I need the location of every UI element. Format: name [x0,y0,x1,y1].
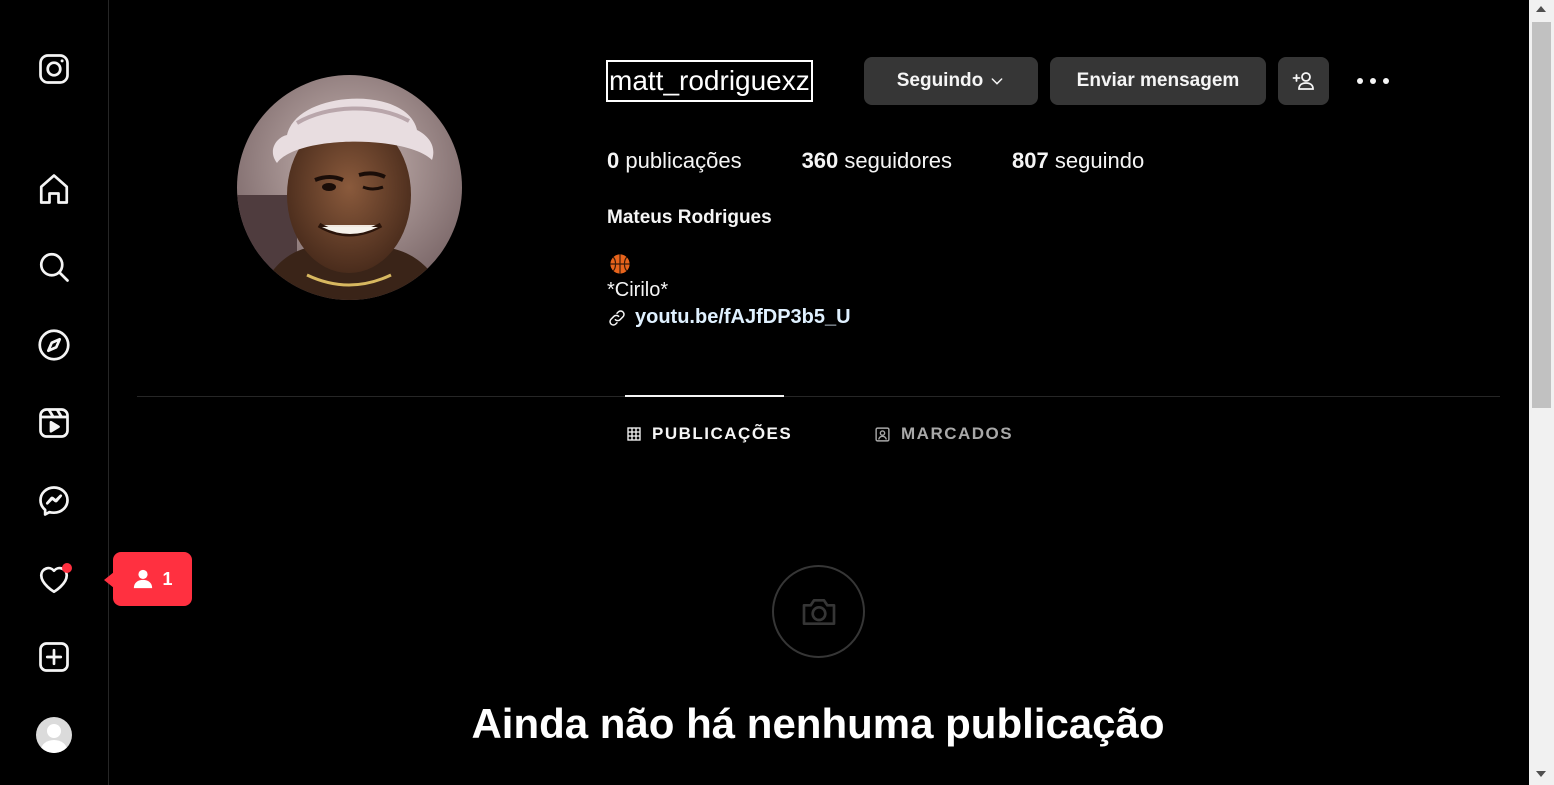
home-icon[interactable] [34,169,74,209]
sidebar [0,0,109,785]
tab-posts[interactable]: PUBLICAÇÕES [626,424,792,444]
followers-stat[interactable]: 360 seguidores [802,148,952,174]
more-dots-icon [1357,78,1389,84]
scrollbar-thumb[interactable] [1532,22,1551,408]
suggest-users-button[interactable] [1278,57,1329,105]
tab-posts-label: PUBLICAÇÕES [652,424,793,443]
search-icon[interactable] [34,247,74,287]
more-options-button[interactable] [1352,65,1394,97]
messenger-icon[interactable] [34,481,74,521]
bio-text: *Cirilo* [607,279,669,301]
active-tab-indicator [625,395,784,397]
explore-compass-icon[interactable] [34,325,74,365]
instagram-logo-icon[interactable] [34,49,74,89]
empty-state-title: Ainda não há nenhuma publicação [471,700,1165,747]
notification-count: 1 [162,568,173,589]
bio-link-text: youtu.be/fAJfDP3b5_U [635,306,851,328]
tagged-person-icon [875,426,890,442]
posts-stat: 0 publicações [607,148,742,173]
create-plus-icon[interactable] [34,637,74,677]
link-icon [609,309,625,326]
person-icon [134,569,153,589]
bio-link[interactable]: youtu.be/fAJfDP3b5_U [607,306,851,329]
send-message-label: Enviar mensagem [1076,70,1240,91]
following-button[interactable]: Seguindo [864,57,1038,105]
grid-icon [627,427,641,441]
scroll-up-arrow-icon[interactable] [1536,6,1546,12]
chevron-down-icon [991,78,1003,85]
basketball-icon [610,254,630,274]
notification-tooltip[interactable]: 1 [104,552,192,606]
tabs-divider [137,396,1500,397]
full-name: Mateus Rodrigues [607,207,772,228]
profile-picture[interactable] [237,75,462,300]
scroll-down-arrow-icon[interactable] [1536,771,1546,777]
send-message-button[interactable]: Enviar mensagem [1050,57,1266,105]
camera-icon [802,598,835,625]
profile-stats: 0 publicações 360 seguidores 807 seguind… [607,148,1204,174]
following-button-label: Seguindo [896,70,984,91]
username: matt_rodriguexz [606,60,813,102]
reels-icon[interactable] [34,403,74,443]
tab-tagged-label: MARCADOS [901,424,1014,443]
heart-notifications-icon[interactable] [34,559,74,599]
following-stat[interactable]: 807 seguindo [1012,148,1144,174]
camera-icon-circle [772,565,865,658]
tab-tagged[interactable]: MARCADOS [874,424,1013,444]
add-user-icon [1292,72,1314,90]
notification-dot [62,563,72,573]
